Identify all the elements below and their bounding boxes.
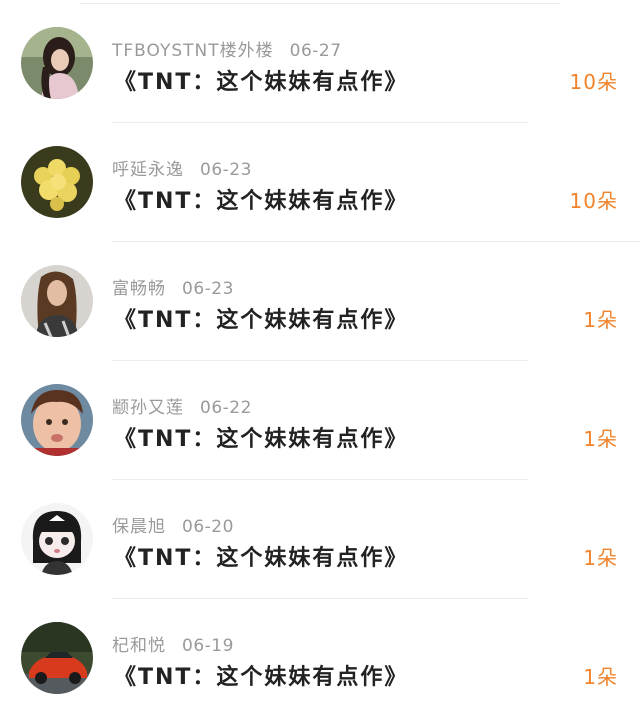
sender-meta: 颛孙又莲 06-22	[112, 393, 252, 418]
book-title[interactable]: 《TNT：这个妹妹有点作》	[114, 421, 408, 452]
book-title[interactable]: 《TNT：这个妹妹有点作》	[114, 183, 408, 214]
sender-name[interactable]: 保晨旭	[112, 517, 166, 537]
flower-count: 1朵	[583, 546, 618, 570]
sender-meta: 富畅畅 06-23	[112, 274, 234, 299]
girl-portrait-icon	[21, 27, 93, 99]
user-avatar[interactable]	[21, 384, 93, 456]
sender-name[interactable]: 富畅畅	[112, 279, 166, 299]
sender-meta: 杞和悦 06-19	[112, 631, 234, 656]
woman-portrait-icon	[21, 265, 93, 337]
send-date: 06-23	[182, 279, 234, 299]
flower-count: 1朵	[583, 665, 618, 689]
user-avatar[interactable]	[21, 503, 93, 575]
flower-count: 10朵	[569, 189, 618, 213]
cartoon-girl-icon	[21, 503, 93, 575]
send-date: 06-23	[200, 160, 252, 180]
book-title[interactable]: 《TNT：这个妹妹有点作》	[114, 64, 408, 95]
book-title[interactable]: 《TNT：这个妹妹有点作》	[114, 659, 408, 690]
book-title[interactable]: 《TNT：这个妹妹有点作》	[114, 540, 408, 571]
flower-count: 10朵	[569, 70, 618, 94]
send-date: 06-20	[182, 517, 234, 537]
send-date: 06-19	[182, 636, 234, 656]
sender-name[interactable]: TFBOYSTNT楼外楼	[112, 41, 274, 61]
send-date: 06-27	[289, 41, 342, 61]
flower-count: 1朵	[583, 308, 618, 332]
sender-name[interactable]: 呼延永逸	[112, 160, 184, 180]
user-avatar[interactable]	[21, 27, 93, 99]
list-item[interactable]: 呼延永逸 06-23 《TNT：这个妹妹有点作》 10朵	[0, 119, 640, 242]
sender-meta: 保晨旭 06-20	[112, 512, 234, 537]
flower-count: 1朵	[583, 427, 618, 451]
user-avatar[interactable]	[21, 622, 93, 694]
list-item[interactable]: 富畅畅 06-23 《TNT：这个妹妹有点作》 1朵	[0, 238, 640, 361]
red-car-icon	[21, 622, 93, 694]
book-title[interactable]: 《TNT：这个妹妹有点作》	[114, 302, 408, 333]
list-item[interactable]: 颛孙又莲 06-22 《TNT：这个妹妹有点作》 1朵	[0, 357, 640, 480]
user-avatar[interactable]	[21, 146, 93, 218]
sender-name[interactable]: 颛孙又莲	[112, 398, 184, 418]
send-date: 06-22	[200, 398, 252, 418]
sender-meta: 呼延永逸 06-23	[112, 155, 252, 180]
user-avatar[interactable]	[21, 265, 93, 337]
sender-name[interactable]: 杞和悦	[112, 636, 166, 656]
list-item[interactable]: TFBOYSTNT楼外楼 06-27 《TNT：这个妹妹有点作》 10朵	[0, 0, 640, 123]
yellow-flowers-icon	[21, 146, 93, 218]
list-item[interactable]: 保晨旭 06-20 《TNT：这个妹妹有点作》 1朵	[0, 476, 640, 599]
list-item[interactable]: 杞和悦 06-19 《TNT：这个妹妹有点作》 1朵	[0, 595, 640, 714]
child-portrait-icon	[21, 384, 93, 456]
sender-meta: TFBOYSTNT楼外楼 06-27	[112, 36, 342, 61]
